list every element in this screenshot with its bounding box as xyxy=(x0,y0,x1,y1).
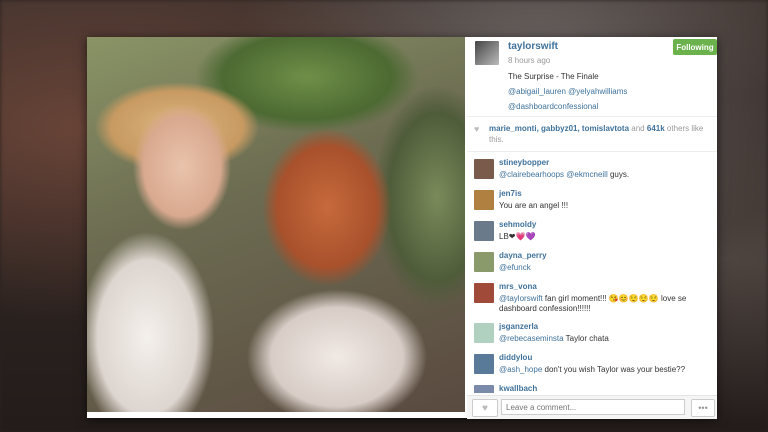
comment-body: don't you wish Taylor was your bestie?? xyxy=(542,365,686,374)
comment-text: LB❤💗💜 xyxy=(499,232,717,242)
comment-body: Taylor chata xyxy=(563,334,609,343)
comment-input[interactable] xyxy=(501,399,685,415)
comment-item: diddylou @ash_hope don't you wish Taylor… xyxy=(467,350,717,380)
comment-mention[interactable]: @efunck xyxy=(499,263,531,272)
post-time: 8 hours ago xyxy=(508,56,551,65)
comment-text: @rebecaseminsta Taylor chata xyxy=(499,334,717,344)
post-header: taylorswift 8 hours ago Following The Su… xyxy=(467,37,717,112)
post-photo[interactable] xyxy=(87,37,465,412)
heart-icon: ♥ xyxy=(482,402,488,414)
caption-mentions-line2[interactable]: @dashboardconfessional xyxy=(508,99,708,114)
username-link[interactable]: taylorswift xyxy=(508,41,558,52)
comment-body: guys. xyxy=(607,170,630,179)
likes-count[interactable]: 641k xyxy=(647,124,665,133)
commenter-username[interactable]: jsganzerla xyxy=(499,322,538,331)
post-caption: The Surprise - The Finale @abigail_laure… xyxy=(508,69,708,114)
more-options-button[interactable]: ••• xyxy=(691,399,715,417)
comment-item: jsganzerla @rebecaseminsta Taylor chata xyxy=(467,319,717,349)
comment-text: @clairebearhoops @ekmcneill guys. xyxy=(499,170,717,180)
commenter-avatar[interactable] xyxy=(474,323,494,343)
comment-item: kwallbach xyxy=(467,381,717,393)
comment-footer: ♥ ••• xyxy=(467,395,717,419)
comment-item: jen7is You are an angel !!! xyxy=(467,186,717,216)
comment-text: @ash_hope don't you wish Taylor was your… xyxy=(499,365,717,375)
commenter-avatar[interactable] xyxy=(474,221,494,241)
comment-mention[interactable]: @clairebearhoops @ekmcneill xyxy=(499,170,608,179)
commenter-username[interactable]: mrs_vona xyxy=(499,282,537,291)
comment-mention[interactable]: @taylorswift xyxy=(499,294,543,303)
likes-and: and xyxy=(631,124,645,133)
comment-mention[interactable]: @ash_hope xyxy=(499,365,542,374)
likes-text: marie_monti, gabbyz01, tomislavtota and … xyxy=(489,123,717,145)
comment-body: LB❤💗💜 xyxy=(499,232,536,241)
heart-icon: ♥ xyxy=(474,124,480,134)
commenter-username[interactable]: sehmoldy xyxy=(499,220,536,229)
ellipsis-icon: ••• xyxy=(698,403,708,413)
like-button[interactable]: ♥ xyxy=(472,399,498,417)
commenter-username[interactable]: stineybopper xyxy=(499,158,549,167)
caption-mentions-line1[interactable]: @abigail_lauren @yelyahwilliams xyxy=(508,84,708,99)
comment-item: mrs_vona @taylorswift fan girl moment!!!… xyxy=(467,279,717,317)
comment-item: stineybopper @clairebearhoops @ekmcneill… xyxy=(467,155,717,185)
likers-links[interactable]: marie_monti, gabbyz01, tomislavtota xyxy=(489,124,629,133)
comment-mention[interactable]: @rebecaseminsta xyxy=(499,334,564,343)
post-sidebar: taylorswift 8 hours ago Following The Su… xyxy=(467,37,717,419)
instagram-post-card: taylorswift 8 hours ago Following The Su… xyxy=(87,37,717,419)
commenter-username[interactable]: diddylou xyxy=(499,353,532,362)
comment-body: You are an angel !!! xyxy=(499,201,569,210)
following-button[interactable]: Following xyxy=(673,39,717,55)
commenter-avatar[interactable] xyxy=(474,252,494,272)
commenter-avatar[interactable] xyxy=(474,385,494,393)
comment-text: You are an angel !!! xyxy=(499,201,717,211)
caption-text: The Surprise - The Finale xyxy=(508,72,599,81)
comment-text: @efunck xyxy=(499,263,717,273)
comment-item: sehmoldy LB❤💗💜 xyxy=(467,217,717,247)
commenter-username[interactable]: dayna_perry xyxy=(499,251,547,260)
comment-text: @taylorswift fan girl moment!!! 😘😊😌😌😌 lo… xyxy=(499,294,717,318)
commenter-avatar[interactable] xyxy=(474,354,494,374)
commenter-avatar[interactable] xyxy=(474,283,494,303)
commenter-avatar[interactable] xyxy=(474,190,494,210)
comments-list[interactable]: stineybopper @clairebearhoops @ekmcneill… xyxy=(467,155,717,393)
comment-item: dayna_perry @efunck xyxy=(467,248,717,278)
likes-section: ♥ marie_monti, gabbyz01, tomislavtota an… xyxy=(467,116,717,152)
commenter-username[interactable]: jen7is xyxy=(499,189,522,198)
user-avatar[interactable] xyxy=(475,41,499,65)
commenter-avatar[interactable] xyxy=(474,159,494,179)
commenter-username[interactable]: kwallbach xyxy=(499,384,537,393)
